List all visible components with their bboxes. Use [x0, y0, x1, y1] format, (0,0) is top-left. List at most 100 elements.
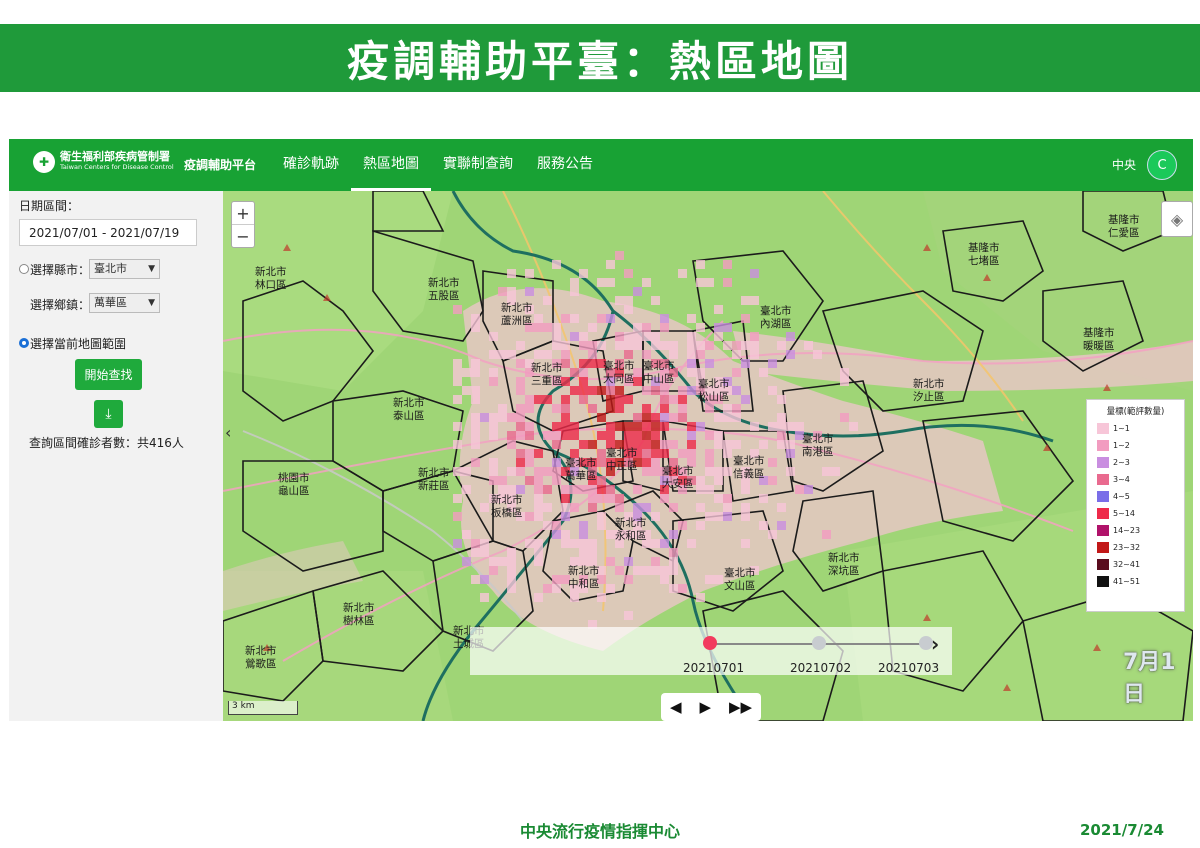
timeline-dot-2[interactable]: [812, 636, 826, 650]
heat-cell: [471, 575, 480, 584]
heat-cell: [741, 296, 750, 305]
heat-cell: [552, 260, 561, 269]
heat-cell: [525, 458, 534, 467]
logo-cn-text: 衛生福利部疾病管制署: [60, 150, 170, 163]
heat-cell: [471, 395, 480, 404]
nav-item-trajectory[interactable]: 確診軌跡: [271, 139, 351, 191]
heat-cell: [633, 503, 642, 512]
legend-label: 23~32: [1113, 542, 1141, 552]
heat-cell: [561, 314, 570, 323]
heat-cell: [651, 296, 660, 305]
heat-cell: [579, 440, 588, 449]
user-name[interactable]: 中央: [1112, 156, 1136, 173]
chevron-left-icon[interactable]: ‹: [225, 423, 231, 442]
search-button[interactable]: 開始查找: [75, 359, 142, 390]
chevron-right-icon[interactable]: ›: [931, 632, 939, 656]
district-select[interactable]: 萬華區 ▼: [89, 293, 160, 313]
timeline-dot-1[interactable]: [703, 636, 717, 650]
legend-item: 14~23: [1097, 524, 1140, 536]
legend-item: 2~3: [1097, 456, 1130, 468]
heat-cell: [534, 449, 543, 458]
heat-cell: [597, 386, 606, 395]
date-timeline: 20210701 20210702 20210703 ›: [470, 627, 952, 675]
heat-cell: [534, 395, 543, 404]
date-range-input[interactable]: 2021/07/01 - 2021/07/19: [19, 219, 197, 246]
heat-cell: [471, 431, 480, 440]
heat-cell: [543, 350, 552, 359]
heat-cell: [732, 341, 741, 350]
heat-cell: [714, 323, 723, 332]
nav-item-checkin-query[interactable]: 實聯制查詢: [431, 139, 525, 191]
heat-cell: [705, 359, 714, 368]
heat-cell: [588, 503, 597, 512]
user-avatar[interactable]: C: [1147, 150, 1177, 180]
heat-cell: [480, 575, 489, 584]
zoom-out-button[interactable]: −: [232, 224, 254, 247]
heat-cell: [651, 341, 660, 350]
heat-cell: [741, 314, 750, 323]
heat-cell: [525, 422, 534, 431]
heat-cell: [561, 494, 570, 503]
heat-cell: [579, 368, 588, 377]
play-button[interactable]: ▶: [699, 698, 711, 716]
layers-button[interactable]: ◈: [1161, 201, 1193, 237]
heat-cell: [552, 440, 561, 449]
map-range-radio[interactable]: [19, 338, 29, 348]
map-range-label: 選擇當前地圖範圍: [30, 337, 127, 351]
nav-item-announcements[interactable]: 服務公告: [525, 139, 605, 191]
heat-cell: [696, 368, 705, 377]
heat-cell: [840, 413, 849, 422]
cdc-logo[interactable]: ✚ 衛生福利部疾病管制署 Taiwan Centers for Disease …: [33, 151, 174, 173]
heat-cell: [489, 566, 498, 575]
heat-cell: [786, 422, 795, 431]
heat-cell: [507, 557, 516, 566]
city-radio[interactable]: [19, 264, 29, 274]
heat-map[interactable]: 新北市林口區 新北市五股區 新北市蘆洲區 新北市三重區 新北市泰山區 新北市新莊…: [223, 191, 1193, 721]
heat-cell: [732, 413, 741, 422]
heat-cell: [471, 368, 480, 377]
zoom-in-button[interactable]: +: [232, 202, 254, 224]
slide-title: 疫調輔助平臺：熱區地圖: [0, 24, 1200, 92]
heat-cell: [462, 368, 471, 377]
heat-cell: [705, 458, 714, 467]
heat-cell: [507, 287, 516, 296]
heat-cell: [786, 467, 795, 476]
heat-cell: [606, 485, 615, 494]
heat-cell: [696, 503, 705, 512]
city-select[interactable]: 臺北市 ▼: [89, 259, 160, 279]
heat-cell: [633, 413, 642, 422]
heat-cell: [480, 503, 489, 512]
heat-cell: [624, 395, 633, 404]
heat-cell: [633, 431, 642, 440]
heat-cell: [570, 485, 579, 494]
heat-cell: [723, 413, 732, 422]
heat-cell: [453, 305, 462, 314]
heat-cell: [498, 485, 507, 494]
heat-cell: [606, 422, 615, 431]
heat-cell: [543, 395, 552, 404]
heat-cell: [534, 485, 543, 494]
platform-name[interactable]: 疫調輔助平台: [184, 156, 256, 173]
heat-cell: [741, 341, 750, 350]
download-icon: ⤓: [105, 406, 112, 422]
heat-cell: [777, 341, 786, 350]
legend-title: 量標(範評數量): [1106, 407, 1165, 417]
heat-cell: [507, 566, 516, 575]
nav-item-heatmap[interactable]: 熱區地圖: [351, 139, 431, 191]
heat-cell: [813, 350, 822, 359]
heat-cell: [579, 269, 588, 278]
heat-cell: [507, 575, 516, 584]
heat-cell: [642, 413, 651, 422]
heat-cell: [597, 593, 606, 602]
heat-cell: [624, 557, 633, 566]
heat-cell: [498, 287, 507, 296]
heat-cell: [804, 485, 813, 494]
heat-cell: [525, 404, 534, 413]
step-back-button[interactable]: ◀: [670, 698, 682, 716]
download-button[interactable]: ⤓: [94, 400, 123, 428]
heat-cell: [588, 386, 597, 395]
fast-forward-button[interactable]: ▶▶: [729, 698, 752, 716]
heat-cell: [543, 503, 552, 512]
layers-icon: ◈: [1170, 209, 1184, 229]
heat-cell: [570, 539, 579, 548]
